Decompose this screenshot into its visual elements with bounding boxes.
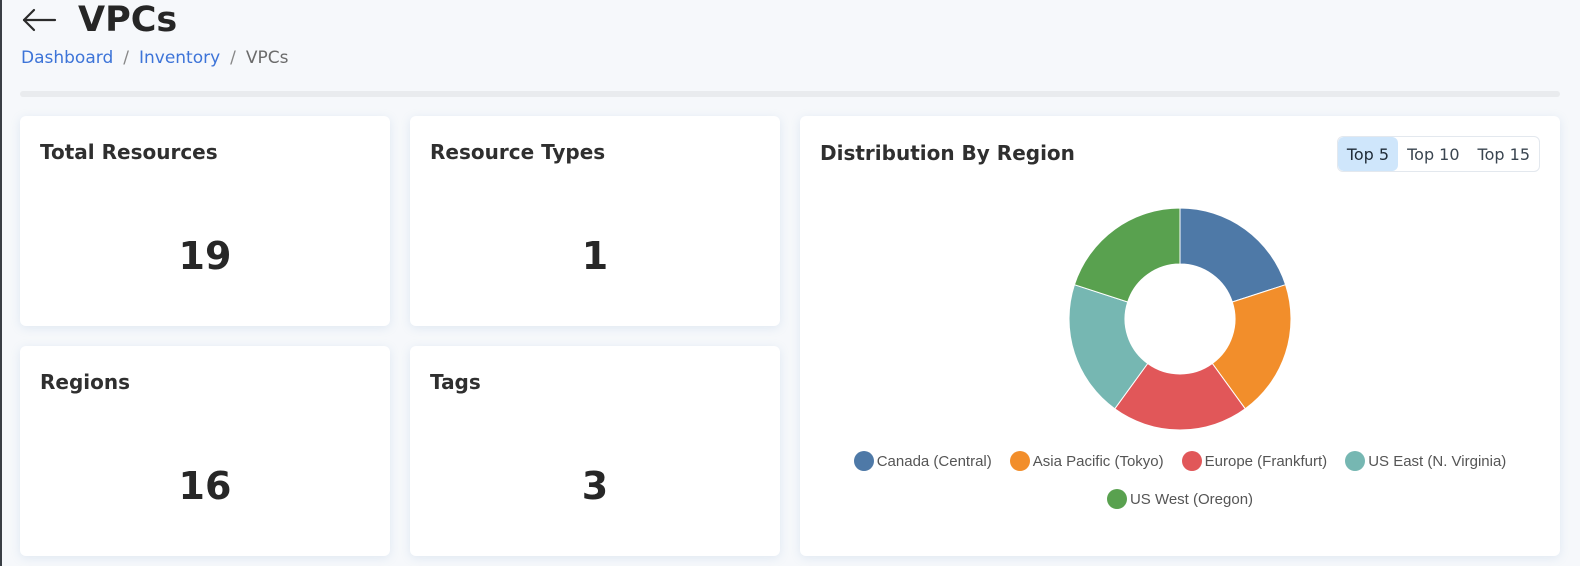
resource-types-label: Resource Types [430,140,606,164]
page-title: VPCs [78,0,178,40]
breadcrumb-separator: / [230,48,236,68]
breadcrumb-dashboard-link[interactable]: Dashboard [21,48,113,68]
breadcrumb-inventory-link[interactable]: Inventory [139,48,220,68]
breadcrumb-separator: / [123,48,129,68]
legend-swatch [1009,451,1030,471]
legend-row: US West (Oregon) [800,488,1560,510]
legend-label: US West (Oregon) [1129,490,1254,508]
tags-value: 3 [581,464,609,508]
legend-label: Asia Pacific (Tokyo) [1032,452,1164,470]
legend-row: Canada (Central) Asia Pacific (Tokyo) Euro… [800,450,1560,472]
distribution-card: Distribution By Region Top 5 Top 10 Top … [800,116,1560,556]
tags-card: Tags 3 [410,346,780,556]
regions-label: Regions [40,370,131,394]
resource-types-value: 1 [581,234,609,278]
donut-slice-canada-central[interactable] [1179,207,1287,303]
legend-swatch [853,451,874,471]
legend-item-us-east-n-virginia[interactable]: US East (N. Virginia) [1345,451,1506,471]
legend-item-europe-frankfurt[interactable]: Europe (Frankfurt) [1181,451,1328,471]
breadcrumb-current: VPCs [245,48,289,68]
total-resources-card: Total Resources 19 [20,116,390,326]
total-resources-label: Total Resources [40,140,218,164]
total-resources-value: 19 [178,234,232,278]
breadcrumb: Dashboard / Inventory / VPCs [21,48,289,68]
page-header: VPCs [20,0,177,40]
header-divider [20,91,1560,97]
arrow-left-icon [22,8,57,32]
legend-swatch [1106,489,1127,509]
legend-label: Canada (Central) [876,452,992,470]
donut-slice-us-west-oregon[interactable] [1073,207,1181,303]
regions-card: Regions 16 [20,346,390,556]
legend-item-canada-central[interactable]: Canada (Central) [853,451,992,471]
legend-item-us-west-oregon[interactable]: US West (Oregon) [1106,489,1254,509]
resource-types-card: Resource Types 1 [410,116,780,326]
legend-swatch [1345,451,1366,471]
legend-item-asia-pacific-tokyo[interactable]: Asia Pacific (Tokyo) [1009,451,1164,471]
region-donut-chart [1068,207,1292,431]
legend-swatch [1181,451,1202,471]
legend-label: Europe (Frankfurt) [1204,452,1328,470]
legend-label: US East (N. Virginia) [1368,452,1507,470]
page-edge [0,0,2,566]
chart-legend: Canada (Central) Asia Pacific (Tokyo) Euro… [800,450,1560,526]
tags-label: Tags [430,370,481,394]
back-button[interactable] [20,2,58,38]
regions-value: 16 [178,464,232,508]
